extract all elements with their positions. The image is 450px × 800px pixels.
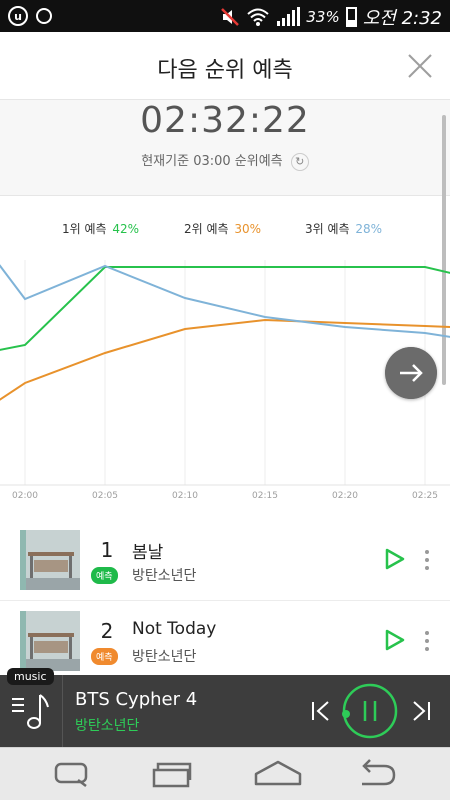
multiwindow-icon[interactable] — [152, 758, 192, 790]
ranking-list: 1 봄날 예측 방탄소년단 2 Not Today 예측 방탄소년단 — [0, 520, 450, 680]
countdown-panel: 02:32:22 현재기준 03:00 순위예측 ↻ — [0, 100, 450, 196]
now-playing-title: BTS Cypher 4 — [75, 689, 198, 710]
x-tick-label: 02:10 — [172, 491, 198, 501]
mini-player[interactable]: BTS Cypher 4 방탄소년단 — [0, 675, 450, 747]
back-icon[interactable] — [356, 758, 396, 790]
mute-icon — [221, 8, 240, 26]
legend-label: 2위 예측 — [184, 222, 229, 236]
play-icon[interactable] — [385, 548, 405, 570]
album-art — [20, 530, 80, 590]
signal-icon — [277, 7, 301, 26]
x-tick-label: 02:25 — [412, 491, 438, 501]
x-tick-label: 02:15 — [252, 491, 278, 501]
song-title: Not Today — [132, 619, 217, 639]
legend-pct: 30% — [234, 222, 262, 236]
more-options-icon[interactable] — [420, 629, 434, 653]
wifi-icon — [247, 8, 270, 26]
legend-label: 3위 예측 — [305, 222, 350, 236]
next-track-icon[interactable] — [410, 699, 432, 723]
app-icon-o — [36, 8, 52, 24]
rank-number: 1 — [100, 538, 114, 562]
artist-name: 방탄소년단 — [132, 568, 197, 584]
legend-item-1: 1위 예측 42% — [62, 220, 139, 237]
legend-pct: 28% — [355, 222, 383, 236]
chart-legend: 1위 예측 42% 2위 예측 30% 3위 예측 28% — [0, 220, 450, 240]
artist-name: 방탄소년단 — [132, 649, 197, 665]
prediction-line-chart: 02:00 02:05 02:10 02:15 02:20 02:25 — [0, 260, 450, 501]
battery-percent: 33% — [306, 8, 340, 26]
x-tick-label: 02:00 — [12, 491, 38, 501]
legend-item-2: 2위 예측 30% — [184, 220, 261, 237]
refresh-icon[interactable]: ↻ — [290, 152, 309, 171]
list-item[interactable]: 2 Not Today 예측 방탄소년단 — [0, 600, 450, 680]
status-right: 33% 오전 2:32 — [220, 4, 442, 30]
status-bar: u 33% 오전 2:32 — [0, 0, 450, 32]
previous-track-icon[interactable] — [310, 699, 332, 723]
prediction-badge: 예측 — [91, 648, 118, 665]
legend-item-3: 3위 예측 28% — [305, 220, 382, 237]
legend-label: 1위 예측 — [62, 222, 107, 236]
home-icon[interactable] — [254, 758, 302, 790]
rank-number: 2 — [100, 619, 114, 643]
pause-icon[interactable] — [340, 681, 400, 741]
album-art — [20, 611, 80, 671]
page-title: 다음 순위 예측 — [157, 58, 293, 83]
system-nav-bar — [0, 747, 450, 800]
music-tag: music — [7, 668, 54, 685]
arrow-right-icon[interactable] — [385, 347, 437, 399]
series-line-2 — [0, 318, 450, 401]
list-item[interactable]: 1 봄날 예측 방탄소년단 — [0, 520, 450, 600]
status-left: u — [8, 6, 52, 26]
countdown-timer: 02:32:22 — [140, 100, 310, 141]
more-options-icon[interactable] — [420, 548, 434, 572]
app-icon-u: u — [8, 6, 28, 26]
legend-pct: 42% — [112, 222, 140, 236]
play-icon[interactable] — [385, 629, 405, 651]
clock: 오전 2:32 — [362, 8, 442, 29]
prediction-badge: 예측 — [91, 567, 118, 584]
screen: u 33% 오전 2:32 다음 순위 예측 02:32:22 현재기준 03:… — [0, 0, 450, 800]
series-line-3 — [0, 264, 450, 338]
close-icon[interactable] — [406, 52, 434, 80]
prediction-basis-label: 현재기준 03:00 순위예측 — [141, 154, 283, 169]
x-tick-label: 02:05 — [92, 491, 118, 501]
recent-apps-icon[interactable] — [52, 758, 92, 790]
player-divider — [62, 675, 63, 747]
now-playing-artist: 방탄소년단 — [75, 718, 140, 734]
playlist-icon[interactable] — [10, 691, 52, 731]
header: 다음 순위 예측 — [0, 32, 450, 100]
x-tick-label: 02:20 — [332, 491, 358, 501]
prediction-basis: 현재기준 03:00 순위예측 ↻ — [0, 150, 450, 171]
battery-icon — [345, 7, 357, 27]
song-title: 봄날 — [132, 543, 164, 563]
